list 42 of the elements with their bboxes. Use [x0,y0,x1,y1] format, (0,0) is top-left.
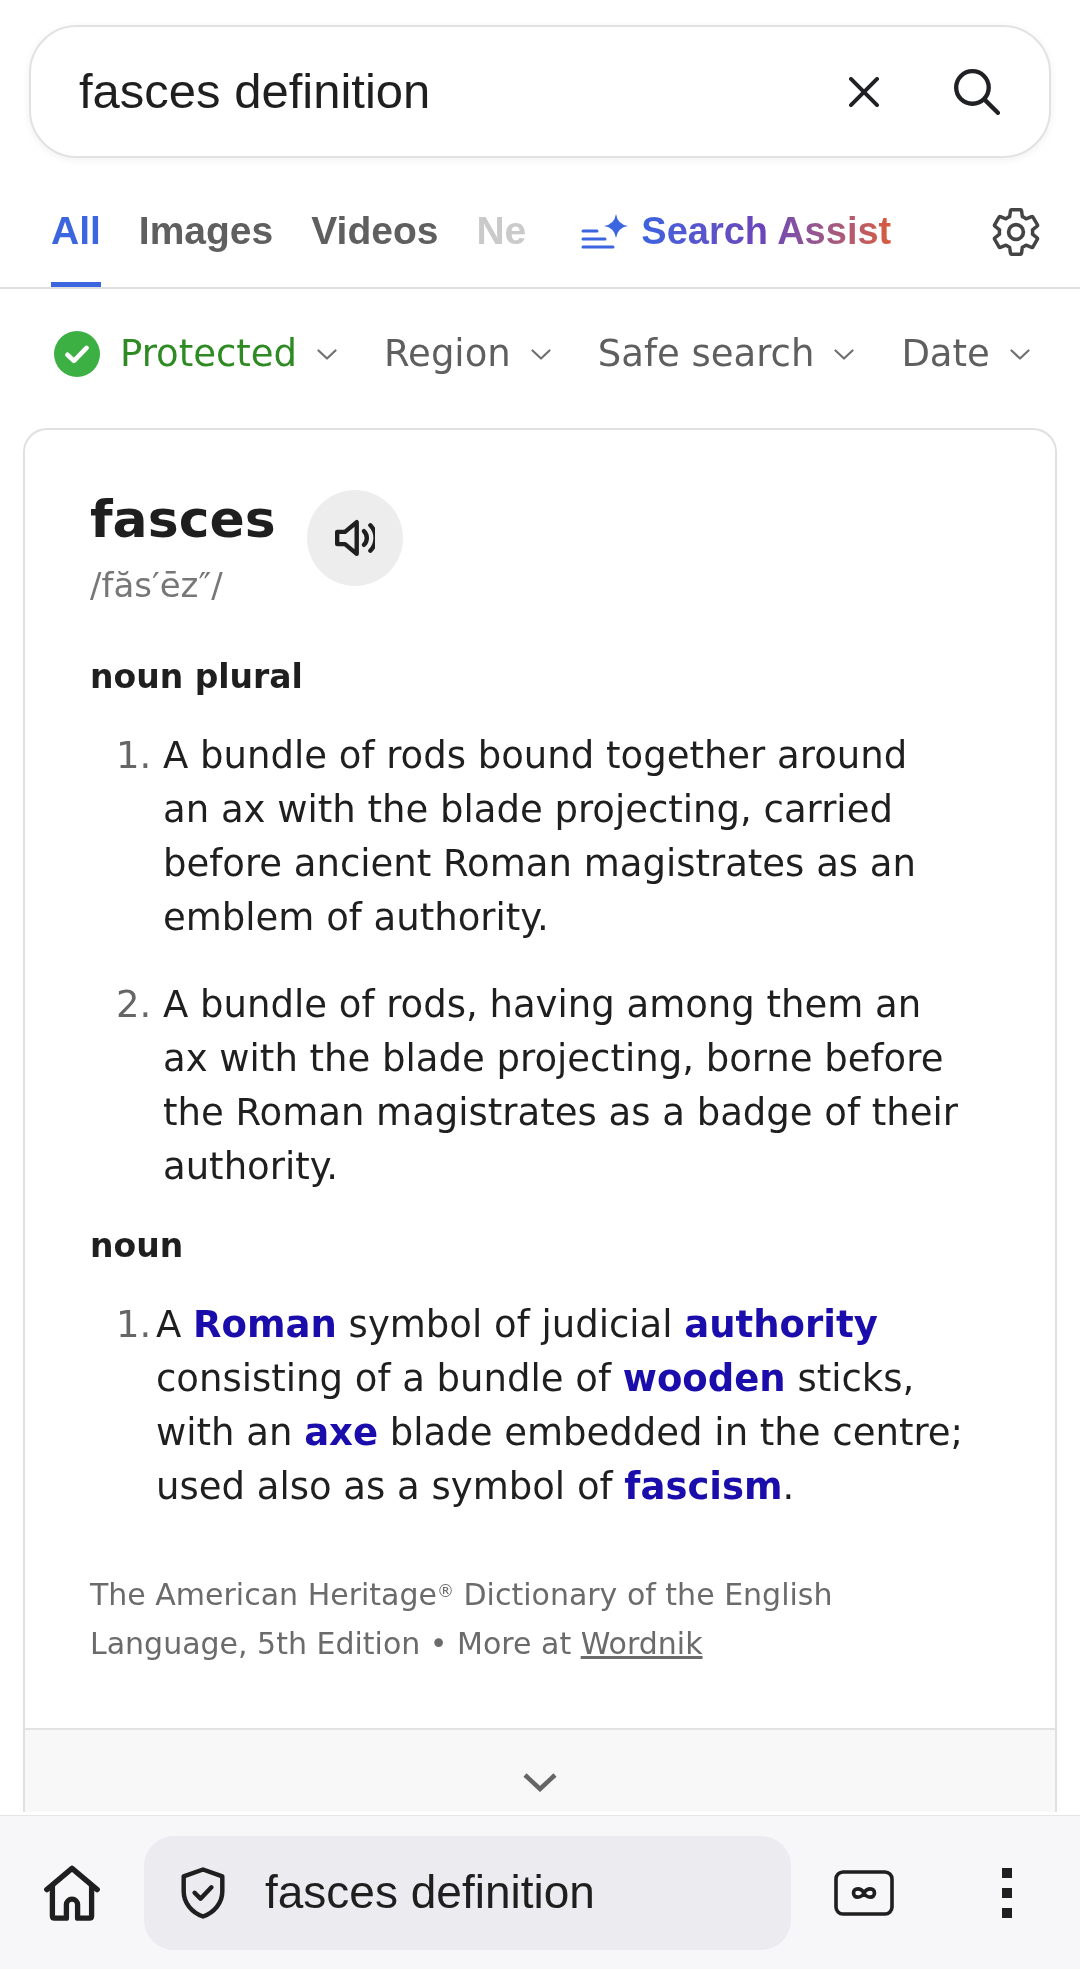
tab[interactable]: Videos [311,176,439,287]
chevron-down-icon [834,348,855,360]
address-bar[interactable]: fasces definition [144,1835,791,1950]
chevron-down-icon [317,348,338,360]
definition-text: A bundle of rods bound together around an ax with the blade projecting, carried before ancient Roman magistrates as an emblem of authority. [163,733,917,941]
definition-number: 1. [116,733,153,779]
tab[interactable]: Images [138,176,274,287]
chevron-down-icon [530,348,551,360]
pronunciation-text: /făs′ēz″/ [90,564,224,607]
definition-text: A bundle of rods, having among them an ax with the blade projecting, borne before the Roman magistrates as a badge of their authority. [163,982,959,1190]
word-link[interactable]: Roman [193,1303,337,1346]
chevron-down-icon [522,1772,558,1792]
word-link[interactable]: wooden [622,1357,786,1400]
part-of-speech-label: noun [90,1225,185,1267]
part-of-speech-label: noun plural [90,656,304,698]
check-circle-icon [54,331,100,377]
search-input[interactable]: fasces definition [79,54,829,129]
source-link[interactable]: Wordnik [580,1626,703,1661]
definition-number: 2. [116,982,153,1028]
home-icon[interactable] [44,1864,100,1921]
word-link[interactable]: authority [684,1303,878,1346]
shield-check-icon [179,1866,227,1919]
headword: fasces [90,489,276,549]
close-icon[interactable] [849,76,879,107]
filter-dropdown[interactable]: Region [384,326,551,382]
tab[interactable]: All [51,176,101,287]
more-icon[interactable] [1002,1867,1012,1918]
chevron-down-icon [1009,348,1030,360]
settings-icon[interactable] [992,207,1040,256]
word-link[interactable]: fascism [624,1465,783,1508]
search-assist-button[interactable]: Search Assist [581,176,892,287]
filter-dropdown[interactable]: Safe search [597,326,855,382]
word-link[interactable]: axe [304,1411,379,1454]
filter-dropdown[interactable]: Date [901,326,1030,382]
attribution-text: The American Heritage$^{®}$ Dictionary of the English Language, 5th Edition • More at Wordnik [90,1576,834,1663]
search-bar[interactable]: fasces definition [29,25,1051,158]
tabs-icon[interactable] [834,1869,894,1916]
definition-number: 1. [116,1302,153,1348]
filter-dropdown[interactable]: Protected [54,326,338,382]
definition-text: A Roman symbol of judicial authority consisting of a bundle of wooden sticks, with an axe blade embedded in the centre; used also as a symbol of fascism. [156,1302,964,1510]
search-icon[interactable] [954,68,1000,115]
speaker-icon [334,519,375,557]
